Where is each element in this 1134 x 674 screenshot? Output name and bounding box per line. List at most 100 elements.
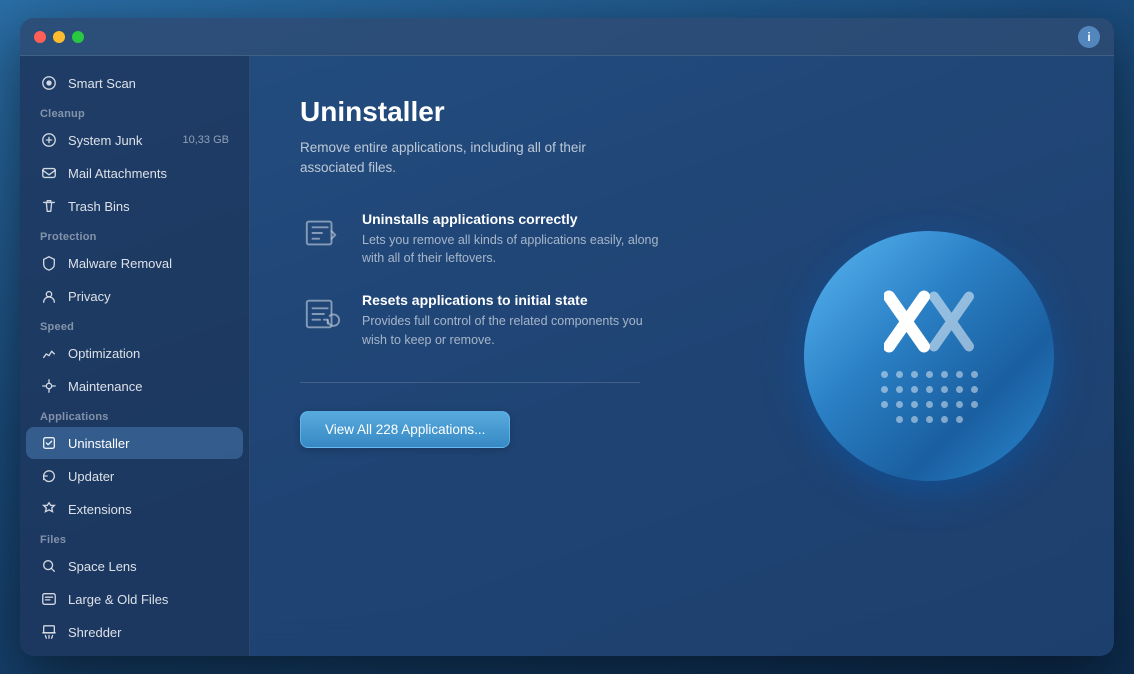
page-subtitle: Remove entire applications, including al… — [300, 138, 640, 179]
sidebar-item-label: Privacy — [68, 289, 111, 304]
app-window: i Smart Scan Cleanup — [20, 18, 1114, 656]
space-lens-icon — [40, 557, 58, 575]
section-label-cleanup: Cleanup — [20, 100, 249, 123]
trash-bins-icon — [40, 197, 58, 215]
main-content: Uninstaller Remove entire applications, … — [250, 56, 1114, 656]
dot — [881, 386, 888, 393]
smart-scan-icon — [40, 74, 58, 92]
info-button[interactable]: i — [1078, 26, 1100, 48]
dot — [911, 371, 918, 378]
sidebar-item-label: Malware Removal — [68, 256, 172, 271]
dot — [896, 386, 903, 393]
page-title: Uninstaller — [300, 96, 1064, 128]
feature-desc-1: Lets you remove all kinds of application… — [362, 231, 662, 269]
section-label-protection: Protection — [20, 223, 249, 246]
sidebar-item-large-old-files[interactable]: Large & Old Files — [26, 583, 243, 615]
dot — [881, 401, 888, 408]
dot — [971, 371, 978, 378]
mail-attachments-icon — [40, 164, 58, 182]
feature-text: Uninstalls applications correctly Lets y… — [362, 211, 662, 269]
dots-row-1 — [881, 371, 978, 378]
sidebar-item-uninstaller[interactable]: Uninstaller — [26, 427, 243, 459]
dot — [881, 371, 888, 378]
dot — [911, 401, 918, 408]
sidebar-item-label: Space Lens — [68, 559, 137, 574]
maintenance-icon — [40, 377, 58, 395]
feature-desc-2: Provides full control of the related com… — [362, 312, 662, 350]
uninstalls-icon — [300, 211, 344, 255]
dots-grid — [881, 371, 978, 423]
sidebar-item-label: Mail Attachments — [68, 166, 167, 181]
dot — [971, 401, 978, 408]
system-junk-badge: 10,33 GB — [183, 134, 229, 146]
view-all-applications-button[interactable]: View All 228 Applications... — [300, 411, 510, 448]
sidebar-item-system-junk[interactable]: System Junk 10,33 GB — [26, 124, 243, 156]
content-area: Smart Scan Cleanup System Junk 10,33 GB — [20, 56, 1114, 656]
feature-title-1: Uninstalls applications correctly — [362, 211, 662, 227]
shredder-icon — [40, 623, 58, 641]
updater-icon — [40, 467, 58, 485]
sidebar-item-shredder[interactable]: Shredder — [26, 616, 243, 648]
app-logo — [804, 231, 1054, 481]
resets-icon — [300, 292, 344, 336]
sidebar-item-updater[interactable]: Updater — [26, 460, 243, 492]
large-old-files-icon — [40, 590, 58, 608]
feature-text: Resets applications to initial state Pro… — [362, 292, 662, 350]
sidebar-item-label: Uninstaller — [68, 436, 129, 451]
sidebar-item-label: Updater — [68, 469, 114, 484]
traffic-lights — [34, 31, 84, 43]
uninstaller-icon — [40, 434, 58, 452]
sidebar-item-extensions[interactable]: Extensions — [26, 493, 243, 525]
sidebar-item-label: Trash Bins — [68, 199, 130, 214]
extensions-icon — [40, 500, 58, 518]
dot — [941, 401, 948, 408]
dots-row-2 — [881, 386, 978, 393]
sidebar-item-maintenance[interactable]: Maintenance — [26, 370, 243, 402]
dots-row-4 — [881, 416, 978, 423]
maximize-button[interactable] — [72, 31, 84, 43]
dot — [926, 371, 933, 378]
sidebar-item-label: System Junk — [68, 133, 142, 148]
dot — [926, 386, 933, 393]
system-junk-icon — [40, 131, 58, 149]
dot — [911, 386, 918, 393]
title-bar: i — [20, 18, 1114, 56]
x-logo-icon — [884, 289, 974, 359]
dot — [956, 416, 963, 423]
sidebar-item-smart-scan[interactable]: Smart Scan — [26, 67, 243, 99]
minimize-button[interactable] — [53, 31, 65, 43]
dot — [956, 386, 963, 393]
privacy-icon — [40, 287, 58, 305]
dot — [926, 416, 933, 423]
dot — [971, 386, 978, 393]
dot — [896, 371, 903, 378]
sidebar-item-label: Maintenance — [68, 379, 142, 394]
sidebar-item-space-lens[interactable]: Space Lens — [26, 550, 243, 582]
dot — [911, 416, 918, 423]
close-button[interactable] — [34, 31, 46, 43]
sidebar-item-privacy[interactable]: Privacy — [26, 280, 243, 312]
dot — [941, 416, 948, 423]
dot — [896, 401, 903, 408]
section-label-files: Files — [20, 526, 249, 549]
section-label-applications: Applications — [20, 403, 249, 426]
app-logo-inner — [881, 289, 978, 423]
section-label-speed: Speed — [20, 313, 249, 336]
sidebar-item-optimization[interactable]: Optimization — [26, 337, 243, 369]
divider — [300, 382, 640, 383]
sidebar-item-label: Smart Scan — [68, 76, 136, 91]
sidebar-item-malware-removal[interactable]: Malware Removal — [26, 247, 243, 279]
sidebar-item-label: Optimization — [68, 346, 140, 361]
sidebar-item-trash-bins[interactable]: Trash Bins — [26, 190, 243, 222]
sidebar-item-label: Large & Old Files — [68, 592, 168, 607]
dot — [941, 386, 948, 393]
sidebar-item-label: Shredder — [68, 625, 121, 640]
dot — [896, 416, 903, 423]
feature-title-2: Resets applications to initial state — [362, 292, 662, 308]
dot — [926, 401, 933, 408]
optimization-icon — [40, 344, 58, 362]
malware-removal-icon — [40, 254, 58, 272]
sidebar: Smart Scan Cleanup System Junk 10,33 GB — [20, 56, 250, 656]
sidebar-item-mail-attachments[interactable]: Mail Attachments — [26, 157, 243, 189]
dot — [956, 401, 963, 408]
